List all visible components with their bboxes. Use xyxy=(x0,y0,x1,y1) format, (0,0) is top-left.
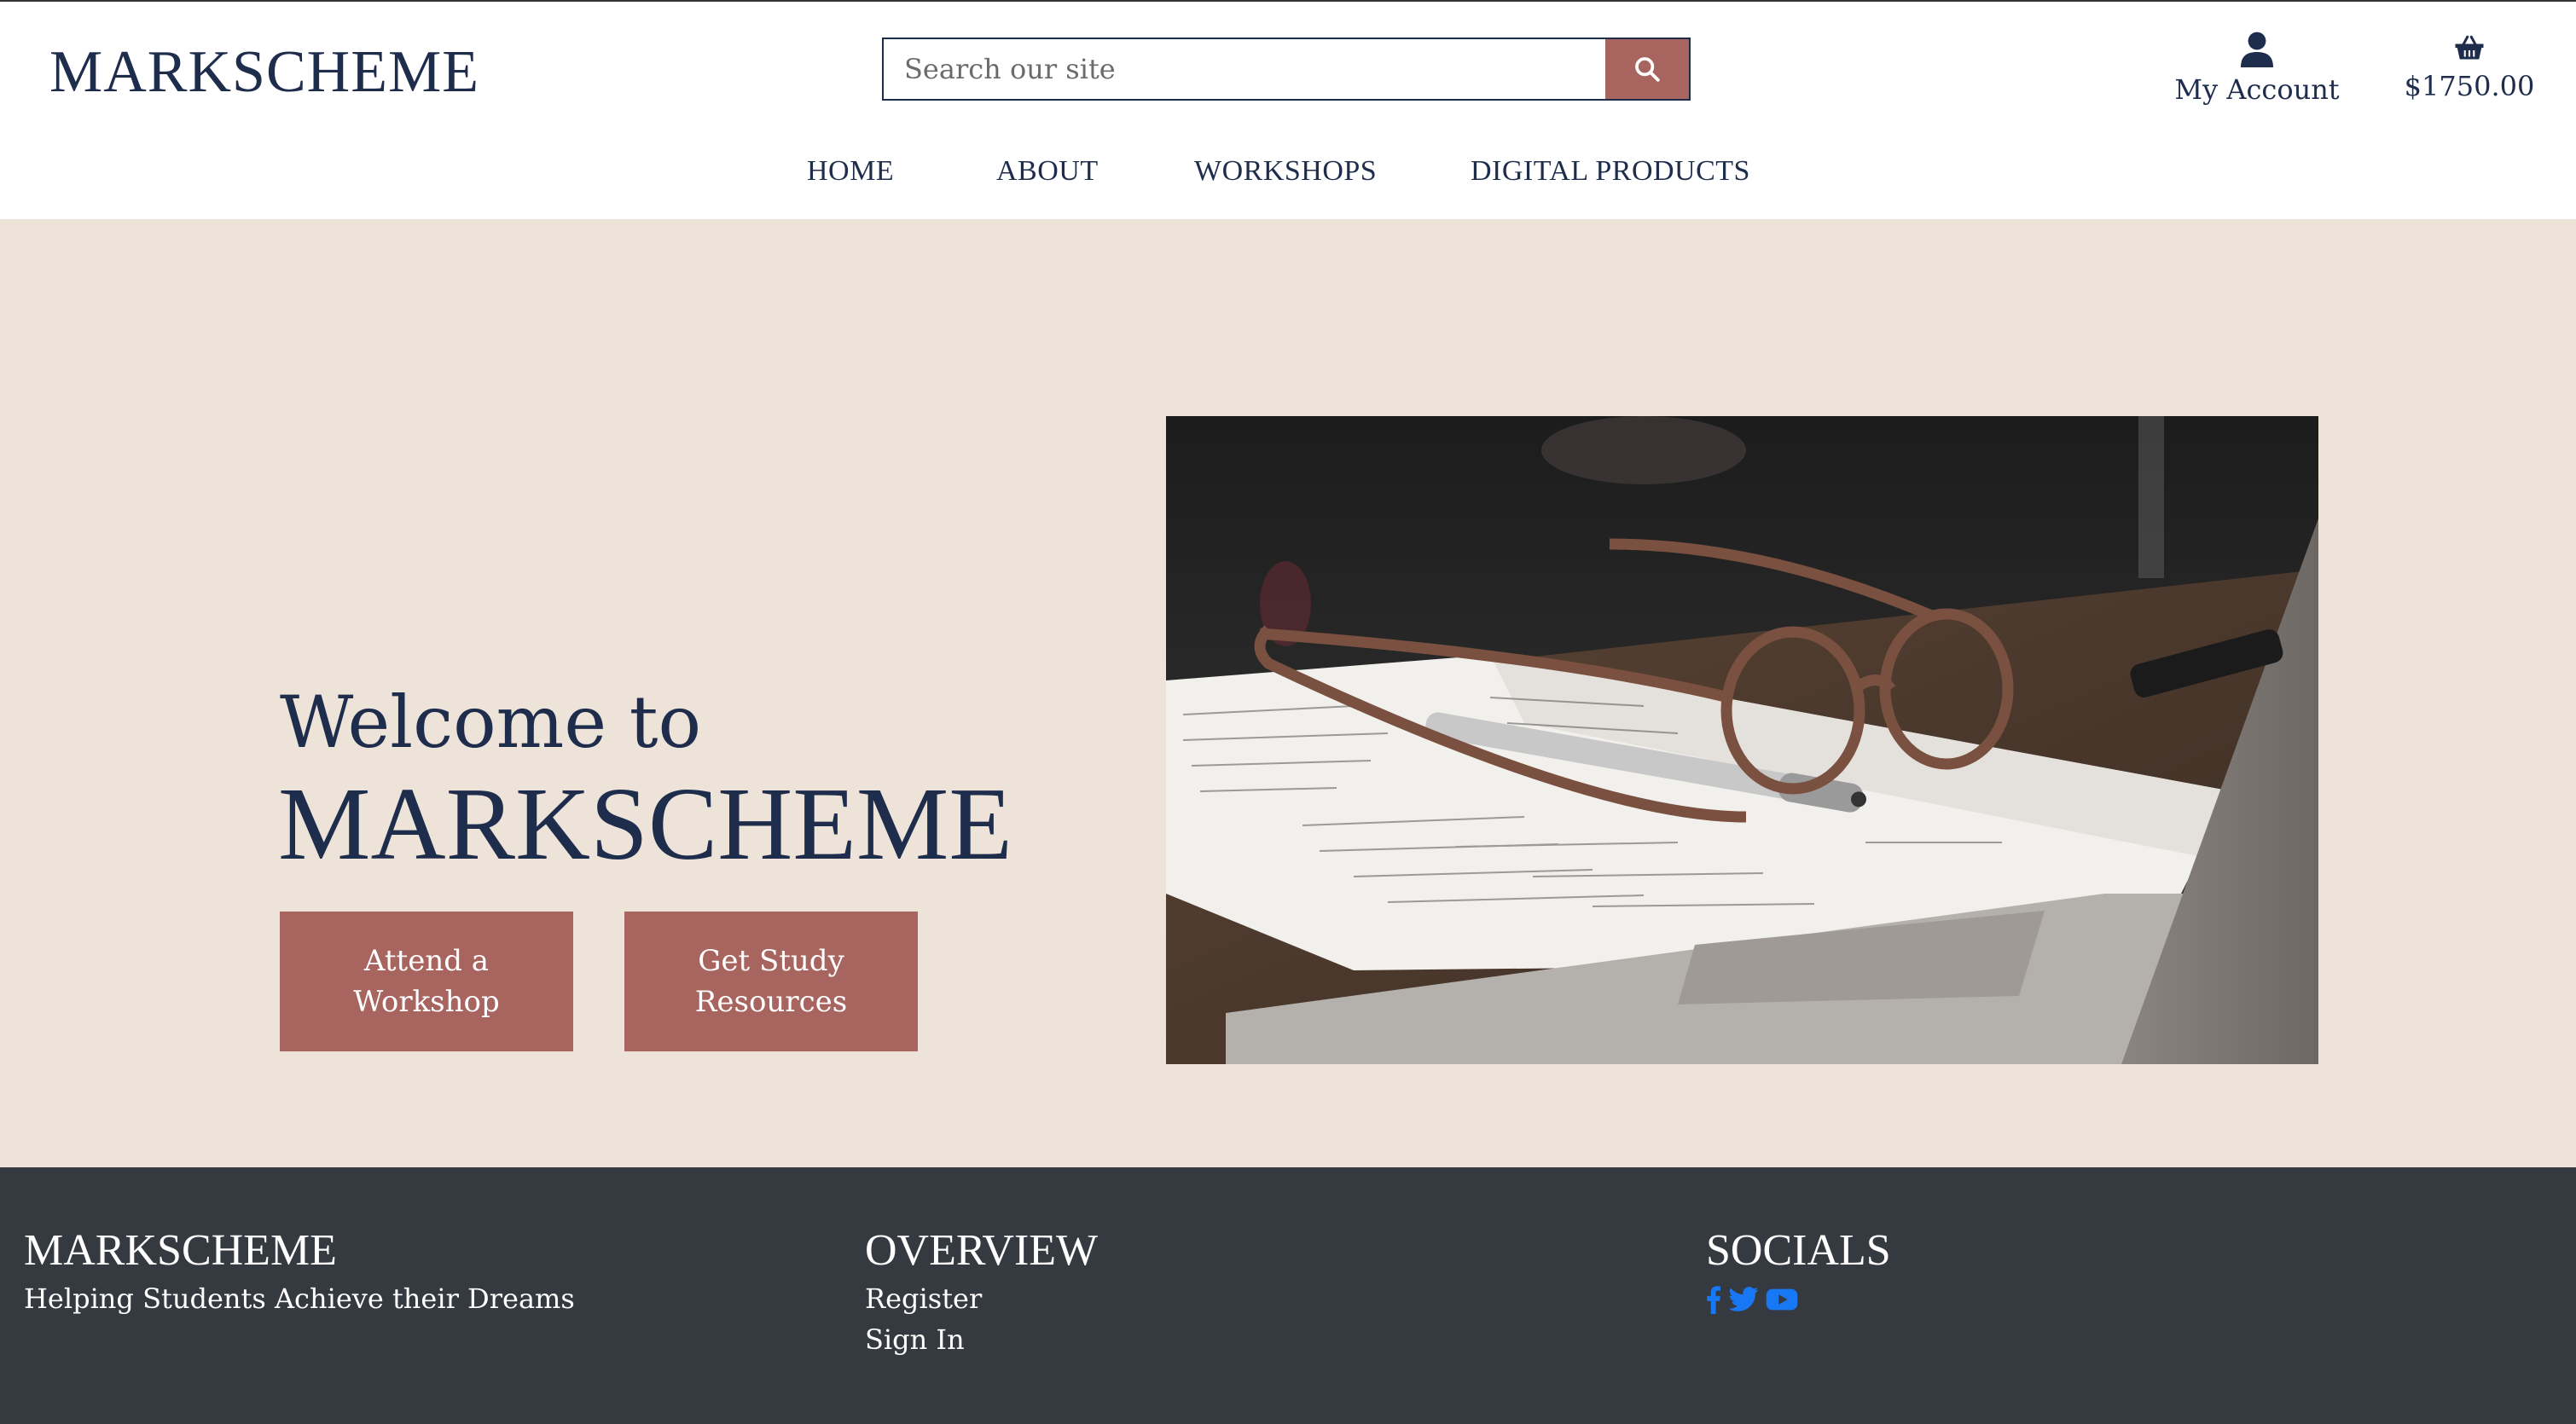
facebook-icon[interactable] xyxy=(1706,1285,1721,1314)
attend-workshop-button[interactable]: Attend a Workshop xyxy=(280,912,573,1051)
get-study-resources-button[interactable]: Get Study Resources xyxy=(624,912,918,1051)
twitter-icon[interactable] xyxy=(1728,1285,1759,1314)
footer-socials-heading: SOCIALS xyxy=(1706,1226,1891,1275)
hero-image xyxy=(1166,416,2318,1064)
nav-digital-products[interactable]: DIGITAL PRODUCTS xyxy=(1471,155,1750,188)
social-links xyxy=(1706,1285,1891,1314)
nav-home[interactable]: HOME xyxy=(807,155,894,188)
cart-total: $1750.00 xyxy=(2404,70,2535,102)
hero-title: MARKSCHEME xyxy=(278,767,1012,882)
footer-tagline: Helping Students Achieve their Dreams xyxy=(24,1282,575,1315)
main-nav: HOME ABOUT WORKSHOPS DIGITAL PRODUCTS xyxy=(0,155,2576,198)
nav-about[interactable]: ABOUT xyxy=(996,155,1099,188)
site-logo[interactable]: MARKSCHEME xyxy=(49,34,479,111)
youtube-icon[interactable] xyxy=(1766,1285,1798,1314)
my-account-link[interactable]: My Account xyxy=(2172,27,2342,106)
cart-link[interactable]: $1750.00 xyxy=(2397,32,2542,102)
search-icon xyxy=(1635,57,1660,82)
basket-icon xyxy=(2455,35,2484,60)
footer-brand-column: MARKSCHEME Helping Students Achieve thei… xyxy=(24,1224,575,1319)
my-account-label: My Account xyxy=(2174,73,2340,106)
footer-brand-heading: MARKSCHEME xyxy=(24,1226,337,1275)
search-input[interactable] xyxy=(884,39,1605,99)
site-header: MARKSCHEME My Account $1750.00 HOME ABOU… xyxy=(0,2,2576,219)
user-icon xyxy=(2241,32,2273,67)
hero-section: Welcome to MARKSCHEME Attend a Workshop … xyxy=(0,219,2576,1167)
hero-welcome: Welcome to xyxy=(280,680,702,764)
sign-in-link[interactable]: Sign In xyxy=(865,1319,1098,1360)
site-footer: MARKSCHEME Helping Students Achieve thei… xyxy=(0,1167,2576,1424)
nav-workshops[interactable]: WORKSHOPS xyxy=(1194,155,1377,188)
search-form xyxy=(882,38,1691,101)
footer-socials-column: SOCIALS xyxy=(1706,1224,1891,1314)
footer-overview-heading: OVERVIEW xyxy=(865,1226,1099,1275)
footer-overview-column: OVERVIEW Register Sign In xyxy=(865,1224,1098,1360)
register-link[interactable]: Register xyxy=(865,1278,1098,1319)
glasses-notebook-photo xyxy=(1166,416,2318,1064)
search-button[interactable] xyxy=(1605,39,1689,99)
